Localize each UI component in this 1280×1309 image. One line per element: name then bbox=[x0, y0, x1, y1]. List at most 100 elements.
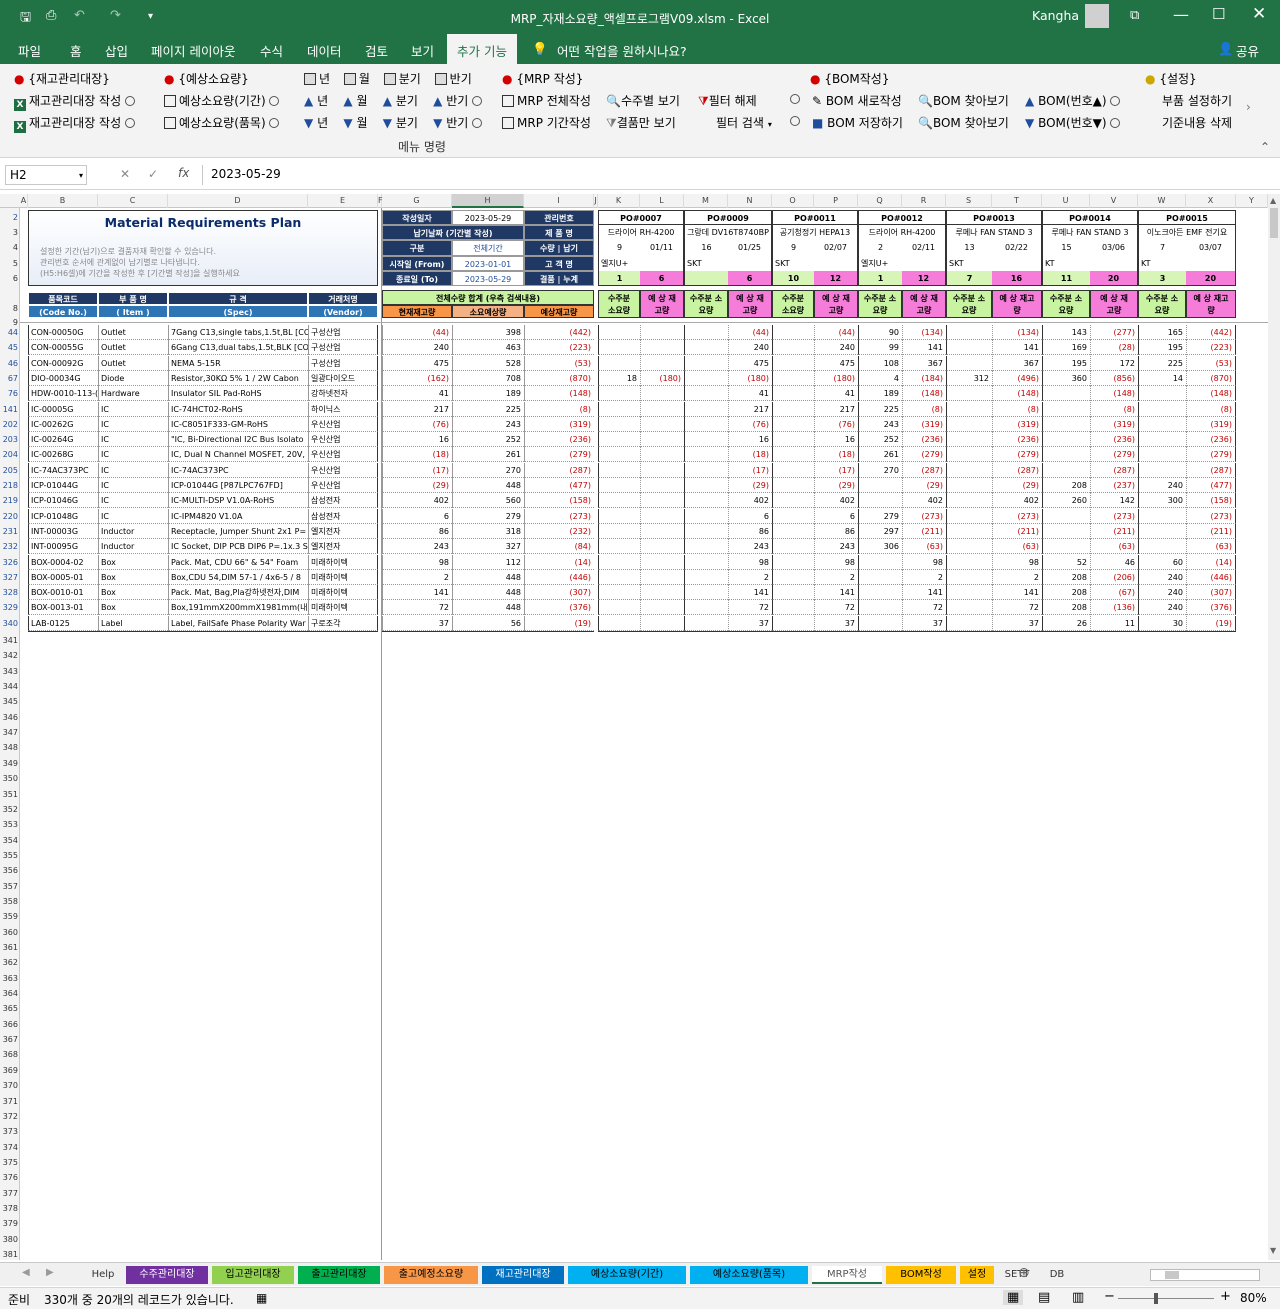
po-demand[interactable]: 279 bbox=[858, 509, 902, 524]
row-header[interactable]: 347 bbox=[0, 725, 20, 740]
item-spec[interactable]: Pack. Mat, CDU 66" & 54" Foam bbox=[168, 555, 308, 570]
formula-input[interactable]: 2023-05-29 bbox=[202, 165, 1274, 185]
po-expected[interactable]: 11 bbox=[1090, 616, 1138, 631]
po-expected[interactable]: (53) bbox=[1186, 356, 1236, 371]
period-asc-buttons[interactable]: ▲ 년 ▲ 월 ▲ 분기 ▲ 반기 bbox=[304, 92, 483, 109]
sum-stock[interactable]: 98 bbox=[382, 555, 452, 570]
po-expected[interactable] bbox=[640, 585, 684, 600]
po-demand[interactable] bbox=[1138, 447, 1186, 462]
po-shortage[interactable]: 1 bbox=[598, 271, 640, 286]
bom-asc-button[interactable]: ▲ BOM(번호▲) bbox=[1025, 92, 1121, 109]
next-sheet-icon[interactable]: ▶ bbox=[46, 1267, 54, 1278]
item-code[interactable]: HDW-0010-113-( bbox=[28, 386, 98, 401]
row-header[interactable]: 343 bbox=[0, 664, 20, 679]
sum-need[interactable]: 318 bbox=[452, 524, 524, 539]
item-code[interactable]: IC-00262G bbox=[28, 417, 98, 432]
sum-exp[interactable]: (8) bbox=[524, 402, 594, 417]
po-date[interactable]: 03/07 bbox=[1186, 240, 1236, 256]
po-customer[interactable]: 엘지U+ bbox=[598, 256, 684, 271]
po-demand[interactable]: 240 bbox=[1138, 570, 1186, 585]
row-header[interactable]: 367 bbox=[0, 1032, 20, 1047]
po-expected[interactable]: 243 bbox=[814, 539, 858, 554]
item-name[interactable]: Outlet bbox=[98, 356, 168, 371]
item-name[interactable]: Hardware bbox=[98, 386, 168, 401]
item-spec[interactable]: Insulator SIL Pad-RoHS bbox=[168, 386, 308, 401]
po-demand[interactable] bbox=[598, 463, 640, 478]
po-demand[interactable]: 260 bbox=[1042, 493, 1090, 508]
po-demand[interactable] bbox=[1042, 432, 1090, 447]
row-header[interactable]: 375 bbox=[0, 1155, 20, 1170]
item-col-header[interactable]: 부 품 명 bbox=[98, 292, 168, 305]
po-expected[interactable] bbox=[640, 555, 684, 570]
po-number[interactable]: PO#0014 bbox=[1042, 210, 1138, 225]
tab-file[interactable]: 파일 bbox=[18, 41, 41, 60]
mrp-all-button[interactable]: MRP 전체작성 bbox=[502, 92, 591, 109]
sum-stock[interactable]: (44) bbox=[382, 325, 452, 340]
inventory-create-button-1[interactable]: X 재고관리대장 작성 bbox=[14, 92, 135, 111]
item-name[interactable]: IC bbox=[98, 432, 168, 447]
po-expected[interactable]: 141 bbox=[728, 585, 772, 600]
by-order-button[interactable]: 🔍수주별 보기 bbox=[606, 92, 680, 109]
row-header[interactable]: 373 bbox=[0, 1124, 20, 1139]
po-expected[interactable]: (63) bbox=[992, 539, 1042, 554]
sum-exp[interactable]: (158) bbox=[524, 493, 594, 508]
po-expected[interactable]: 98 bbox=[992, 555, 1042, 570]
po-customer[interactable]: 엘지U+ bbox=[858, 256, 946, 271]
po-demand[interactable]: 208 bbox=[1042, 570, 1090, 585]
row-header[interactable]: 362 bbox=[0, 955, 20, 970]
sum-need[interactable]: 327 bbox=[452, 539, 524, 554]
po-demand[interactable]: 60 bbox=[1138, 555, 1186, 570]
control-from[interactable]: 시작일 (From) bbox=[382, 256, 452, 271]
po-expected[interactable]: (211) bbox=[1186, 524, 1236, 539]
control-to_val[interactable]: 2023-05-29 bbox=[452, 271, 524, 286]
item-name[interactable]: Outlet bbox=[98, 340, 168, 355]
po-demand[interactable]: 14 bbox=[1138, 371, 1186, 386]
po-expected[interactable] bbox=[640, 417, 684, 432]
mrp-title[interactable]: Material Requirements Plan bbox=[28, 214, 378, 232]
po-demand[interactable] bbox=[1042, 463, 1090, 478]
po-demand[interactable] bbox=[858, 478, 902, 493]
item-name[interactable]: Box bbox=[98, 600, 168, 615]
avatar[interactable] bbox=[1085, 4, 1109, 28]
item-vendor[interactable]: 우신산업 bbox=[308, 417, 378, 432]
po-expected[interactable]: (14) bbox=[1186, 555, 1236, 570]
po-expected[interactable]: 141 bbox=[902, 340, 946, 355]
sum-exp[interactable]: (53) bbox=[524, 356, 594, 371]
row-header[interactable]: 366 bbox=[0, 1017, 20, 1032]
row-header[interactable]: 205 bbox=[0, 463, 20, 478]
po-demand[interactable]: 270 bbox=[858, 463, 902, 478]
po-demand[interactable]: 360 bbox=[1042, 371, 1090, 386]
po-expected[interactable]: (279) bbox=[1186, 447, 1236, 462]
row-header[interactable]: 352 bbox=[0, 802, 20, 817]
po-expected[interactable]: 141 bbox=[814, 585, 858, 600]
row-header[interactable]: 340 bbox=[0, 616, 20, 631]
po-expected[interactable] bbox=[640, 600, 684, 615]
po-shortage[interactable]: 3 bbox=[1138, 271, 1186, 286]
row-header[interactable]: 363 bbox=[0, 971, 20, 986]
po-demand[interactable]: 195 bbox=[1138, 340, 1186, 355]
radio-icon[interactable] bbox=[124, 96, 135, 106]
sheet-tab[interactable]: 출고예정소요량 bbox=[384, 1266, 478, 1284]
po-shortage[interactable] bbox=[684, 271, 728, 286]
row-header[interactable]: 231 bbox=[0, 524, 20, 539]
sum-stock[interactable]: (76) bbox=[382, 417, 452, 432]
po-demand[interactable]: 252 bbox=[858, 432, 902, 447]
po-cumulative[interactable]: 12 bbox=[814, 271, 858, 286]
po-qty[interactable]: 13 bbox=[946, 240, 992, 256]
po-expected[interactable]: 86 bbox=[814, 524, 858, 539]
item-name[interactable]: IC bbox=[98, 509, 168, 524]
po-demand[interactable] bbox=[684, 432, 728, 447]
po-expected[interactable]: 402 bbox=[728, 493, 772, 508]
control-created_val[interactable]: 2023-05-29 bbox=[452, 210, 524, 225]
po-expected[interactable]: (29) bbox=[992, 478, 1042, 493]
radio-icon[interactable] bbox=[269, 96, 280, 106]
period-desc-buttons[interactable]: ▼ 년 ▼ 월 ▼ 분기 ▼ 반기 bbox=[304, 114, 483, 131]
sum-stock[interactable]: 141 bbox=[382, 585, 452, 600]
bom-desc-button[interactable]: ▼ BOM(번호▼) bbox=[1025, 114, 1121, 131]
po-demand[interactable] bbox=[598, 432, 640, 447]
sheet-tab[interactable]: 재고관리대장 bbox=[482, 1266, 564, 1284]
item-col-sub[interactable]: (Spec) bbox=[168, 305, 308, 318]
po-customer[interactable]: SKT bbox=[946, 256, 1042, 271]
po-demand[interactable] bbox=[598, 493, 640, 508]
item-name[interactable]: Label bbox=[98, 616, 168, 631]
